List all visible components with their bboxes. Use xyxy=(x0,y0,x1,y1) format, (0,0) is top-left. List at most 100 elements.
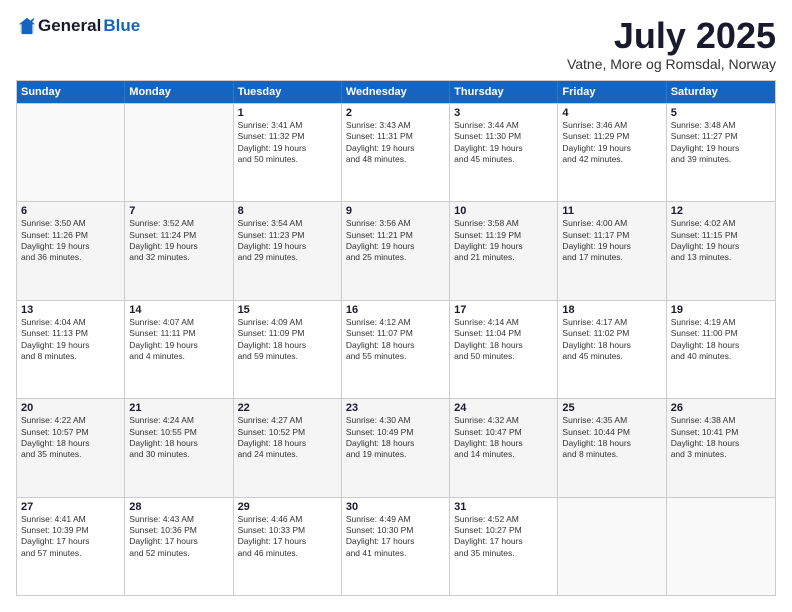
day-number: 5 xyxy=(671,107,771,119)
day-info: Sunrise: 4:07 AM Sunset: 11:11 PM Daylig… xyxy=(129,317,228,363)
day-info: Sunrise: 4:04 AM Sunset: 11:13 PM Daylig… xyxy=(21,317,120,363)
calendar-cell: 4Sunrise: 3:46 AM Sunset: 11:29 PM Dayli… xyxy=(558,104,666,201)
day-number: 29 xyxy=(238,501,337,513)
calendar-header-cell: Friday xyxy=(558,81,666,103)
calendar-cell: 3Sunrise: 3:44 AM Sunset: 11:30 PM Dayli… xyxy=(450,104,558,201)
logo-blue: Blue xyxy=(103,16,140,36)
calendar-cell xyxy=(125,104,233,201)
day-number: 28 xyxy=(129,501,228,513)
day-number: 24 xyxy=(454,402,553,414)
calendar-header-cell: Monday xyxy=(125,81,233,103)
calendar-cell: 7Sunrise: 3:52 AM Sunset: 11:24 PM Dayli… xyxy=(125,202,233,299)
calendar-cell xyxy=(558,498,666,595)
calendar-cell: 21Sunrise: 4:24 AM Sunset: 10:55 PM Dayl… xyxy=(125,399,233,496)
day-number: 13 xyxy=(21,304,120,316)
day-info: Sunrise: 3:41 AM Sunset: 11:32 PM Daylig… xyxy=(238,120,337,166)
month-title: July 2025 xyxy=(567,16,776,56)
calendar-header-cell: Saturday xyxy=(667,81,775,103)
calendar-body: 1Sunrise: 3:41 AM Sunset: 11:32 PM Dayli… xyxy=(17,103,775,595)
calendar-cell: 23Sunrise: 4:30 AM Sunset: 10:49 PM Dayl… xyxy=(342,399,450,496)
calendar-header-cell: Tuesday xyxy=(234,81,342,103)
day-info: Sunrise: 4:38 AM Sunset: 10:41 PM Daylig… xyxy=(671,415,771,461)
day-number: 23 xyxy=(346,402,445,414)
calendar-row: 6Sunrise: 3:50 AM Sunset: 11:26 PM Dayli… xyxy=(17,201,775,299)
day-info: Sunrise: 4:24 AM Sunset: 10:55 PM Daylig… xyxy=(129,415,228,461)
day-number: 14 xyxy=(129,304,228,316)
calendar-row: 13Sunrise: 4:04 AM Sunset: 11:13 PM Dayl… xyxy=(17,300,775,398)
calendar-cell: 11Sunrise: 4:00 AM Sunset: 11:17 PM Dayl… xyxy=(558,202,666,299)
calendar-cell: 2Sunrise: 3:43 AM Sunset: 11:31 PM Dayli… xyxy=(342,104,450,201)
calendar-cell: 12Sunrise: 4:02 AM Sunset: 11:15 PM Dayl… xyxy=(667,202,775,299)
day-info: Sunrise: 4:17 AM Sunset: 11:02 PM Daylig… xyxy=(562,317,661,363)
day-number: 31 xyxy=(454,501,553,513)
day-number: 4 xyxy=(562,107,661,119)
calendar-cell: 30Sunrise: 4:49 AM Sunset: 10:30 PM Dayl… xyxy=(342,498,450,595)
day-number: 9 xyxy=(346,205,445,217)
calendar-cell xyxy=(17,104,125,201)
calendar-cell: 10Sunrise: 3:58 AM Sunset: 11:19 PM Dayl… xyxy=(450,202,558,299)
calendar-cell xyxy=(667,498,775,595)
calendar-cell: 17Sunrise: 4:14 AM Sunset: 11:04 PM Dayl… xyxy=(450,301,558,398)
calendar-cell: 27Sunrise: 4:41 AM Sunset: 10:39 PM Dayl… xyxy=(17,498,125,595)
day-number: 3 xyxy=(454,107,553,119)
day-info: Sunrise: 3:48 AM Sunset: 11:27 PM Daylig… xyxy=(671,120,771,166)
day-info: Sunrise: 3:50 AM Sunset: 11:26 PM Daylig… xyxy=(21,218,120,264)
calendar-cell: 29Sunrise: 4:46 AM Sunset: 10:33 PM Dayl… xyxy=(234,498,342,595)
day-number: 6 xyxy=(21,205,120,217)
day-number: 11 xyxy=(562,205,661,217)
day-info: Sunrise: 4:46 AM Sunset: 10:33 PM Daylig… xyxy=(238,514,337,560)
calendar-cell: 24Sunrise: 4:32 AM Sunset: 10:47 PM Dayl… xyxy=(450,399,558,496)
day-info: Sunrise: 4:35 AM Sunset: 10:44 PM Daylig… xyxy=(562,415,661,461)
calendar-header-cell: Thursday xyxy=(450,81,558,103)
location: Vatne, More og Romsdal, Norway xyxy=(567,56,776,72)
calendar-cell: 18Sunrise: 4:17 AM Sunset: 11:02 PM Dayl… xyxy=(558,301,666,398)
day-number: 2 xyxy=(346,107,445,119)
calendar-cell: 26Sunrise: 4:38 AM Sunset: 10:41 PM Dayl… xyxy=(667,399,775,496)
day-info: Sunrise: 3:43 AM Sunset: 11:31 PM Daylig… xyxy=(346,120,445,166)
day-info: Sunrise: 3:52 AM Sunset: 11:24 PM Daylig… xyxy=(129,218,228,264)
calendar-cell: 22Sunrise: 4:27 AM Sunset: 10:52 PM Dayl… xyxy=(234,399,342,496)
page: General Blue July 2025 Vatne, More og Ro… xyxy=(0,0,792,612)
day-number: 16 xyxy=(346,304,445,316)
calendar-cell: 31Sunrise: 4:52 AM Sunset: 10:27 PM Dayl… xyxy=(450,498,558,595)
calendar-cell: 13Sunrise: 4:04 AM Sunset: 11:13 PM Dayl… xyxy=(17,301,125,398)
logo: General Blue xyxy=(16,16,140,36)
calendar-header-row: SundayMondayTuesdayWednesdayThursdayFrid… xyxy=(17,81,775,103)
calendar-cell: 8Sunrise: 3:54 AM Sunset: 11:23 PM Dayli… xyxy=(234,202,342,299)
calendar-cell: 1Sunrise: 3:41 AM Sunset: 11:32 PM Dayli… xyxy=(234,104,342,201)
day-number: 30 xyxy=(346,501,445,513)
day-number: 8 xyxy=(238,205,337,217)
calendar-cell: 6Sunrise: 3:50 AM Sunset: 11:26 PM Dayli… xyxy=(17,202,125,299)
day-info: Sunrise: 4:30 AM Sunset: 10:49 PM Daylig… xyxy=(346,415,445,461)
calendar-row: 27Sunrise: 4:41 AM Sunset: 10:39 PM Dayl… xyxy=(17,497,775,595)
day-info: Sunrise: 4:22 AM Sunset: 10:57 PM Daylig… xyxy=(21,415,120,461)
day-number: 12 xyxy=(671,205,771,217)
calendar-cell: 15Sunrise: 4:09 AM Sunset: 11:09 PM Dayl… xyxy=(234,301,342,398)
day-info: Sunrise: 4:00 AM Sunset: 11:17 PM Daylig… xyxy=(562,218,661,264)
day-info: Sunrise: 4:02 AM Sunset: 11:15 PM Daylig… xyxy=(671,218,771,264)
calendar-cell: 14Sunrise: 4:07 AM Sunset: 11:11 PM Dayl… xyxy=(125,301,233,398)
calendar: SundayMondayTuesdayWednesdayThursdayFrid… xyxy=(16,80,776,596)
title-area: July 2025 Vatne, More og Romsdal, Norway xyxy=(567,16,776,72)
calendar-cell: 5Sunrise: 3:48 AM Sunset: 11:27 PM Dayli… xyxy=(667,104,775,201)
day-info: Sunrise: 3:58 AM Sunset: 11:19 PM Daylig… xyxy=(454,218,553,264)
calendar-cell: 25Sunrise: 4:35 AM Sunset: 10:44 PM Dayl… xyxy=(558,399,666,496)
header: General Blue July 2025 Vatne, More og Ro… xyxy=(16,16,776,72)
day-number: 18 xyxy=(562,304,661,316)
calendar-cell: 20Sunrise: 4:22 AM Sunset: 10:57 PM Dayl… xyxy=(17,399,125,496)
day-info: Sunrise: 3:46 AM Sunset: 11:29 PM Daylig… xyxy=(562,120,661,166)
day-info: Sunrise: 4:09 AM Sunset: 11:09 PM Daylig… xyxy=(238,317,337,363)
day-info: Sunrise: 4:49 AM Sunset: 10:30 PM Daylig… xyxy=(346,514,445,560)
day-info: Sunrise: 4:27 AM Sunset: 10:52 PM Daylig… xyxy=(238,415,337,461)
logo-icon xyxy=(18,17,36,35)
calendar-row: 20Sunrise: 4:22 AM Sunset: 10:57 PM Dayl… xyxy=(17,398,775,496)
day-number: 21 xyxy=(129,402,228,414)
calendar-cell: 16Sunrise: 4:12 AM Sunset: 11:07 PM Dayl… xyxy=(342,301,450,398)
day-info: Sunrise: 4:43 AM Sunset: 10:36 PM Daylig… xyxy=(129,514,228,560)
day-info: Sunrise: 3:56 AM Sunset: 11:21 PM Daylig… xyxy=(346,218,445,264)
day-info: Sunrise: 3:44 AM Sunset: 11:30 PM Daylig… xyxy=(454,120,553,166)
day-number: 15 xyxy=(238,304,337,316)
day-info: Sunrise: 4:32 AM Sunset: 10:47 PM Daylig… xyxy=(454,415,553,461)
day-number: 25 xyxy=(562,402,661,414)
day-number: 1 xyxy=(238,107,337,119)
